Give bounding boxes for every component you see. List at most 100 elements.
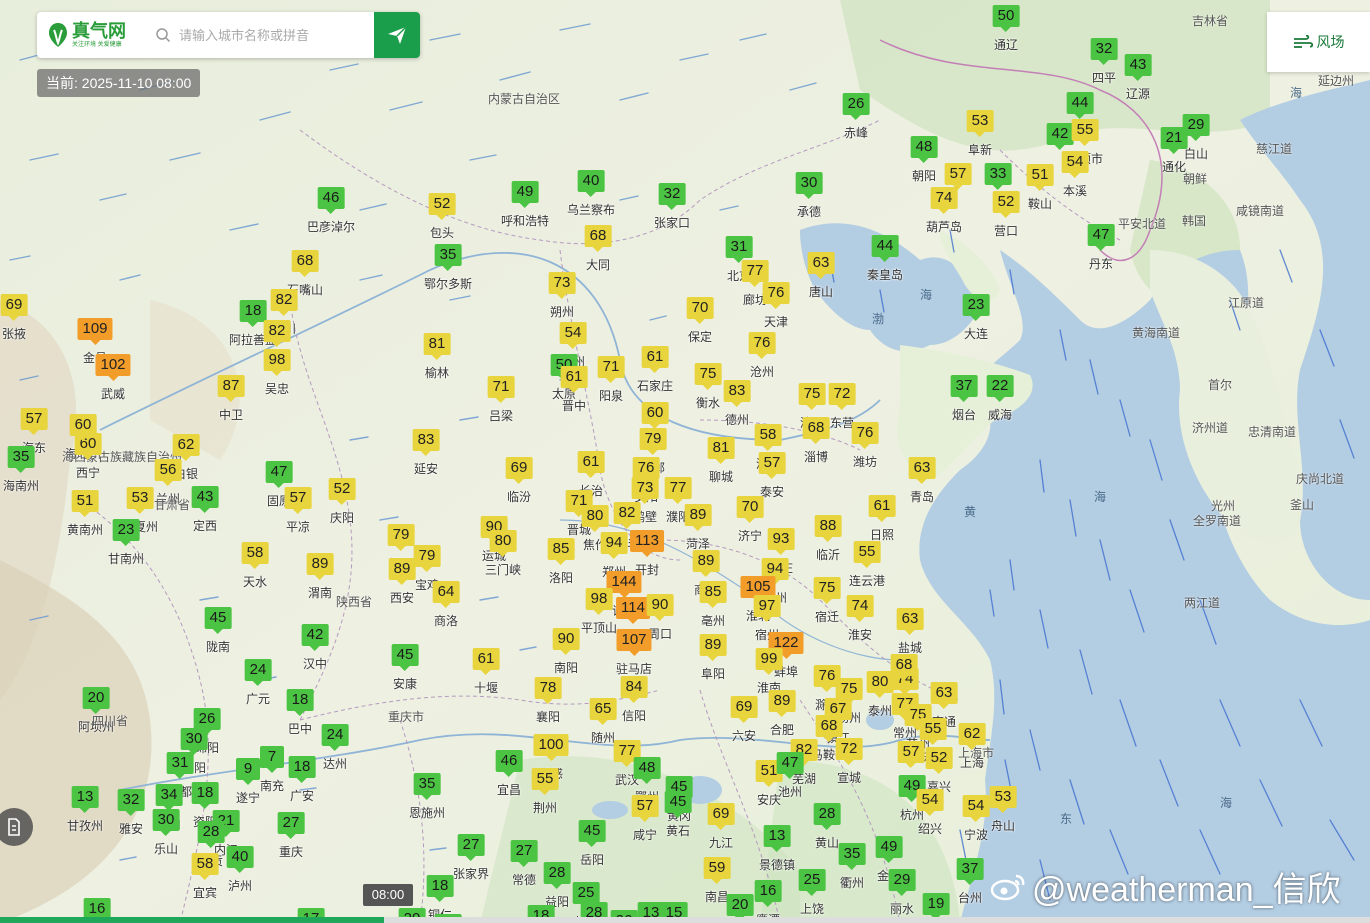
aqi-marker[interactable]: 42	[1046, 123, 1074, 150]
aqi-marker[interactable]: 47	[776, 752, 804, 779]
aqi-marker[interactable]: 51	[71, 490, 99, 517]
search-input[interactable]	[177, 26, 361, 44]
aqi-marker[interactable]: 68	[291, 250, 319, 277]
aqi-marker[interactable]: 85	[547, 538, 575, 565]
aqi-marker[interactable]: 100	[533, 734, 569, 761]
aqi-marker[interactable]: 46	[317, 187, 345, 214]
aqi-marker[interactable]: 48	[910, 136, 938, 163]
aqi-marker[interactable]: 57	[20, 408, 48, 435]
aqi-marker[interactable]: 102	[95, 354, 131, 381]
aqi-marker[interactable]: 31	[725, 236, 753, 263]
aqi-marker[interactable]: 98	[585, 588, 613, 615]
aqi-marker[interactable]: 52	[992, 191, 1020, 218]
aqi-marker[interactable]: 27	[510, 840, 538, 867]
aqi-marker[interactable]: 70	[686, 297, 714, 324]
aqi-marker[interactable]: 32	[1090, 38, 1118, 65]
aqi-marker[interactable]: 89	[684, 504, 712, 531]
aqi-marker[interactable]: 53	[989, 786, 1017, 813]
aqi-marker[interactable]: 82	[613, 502, 641, 529]
aqi-marker[interactable]: 74	[930, 187, 958, 214]
aqi-marker[interactable]: 45	[664, 791, 692, 818]
aqi-marker[interactable]: 79	[639, 428, 667, 455]
aqi-marker[interactable]: 28	[813, 803, 841, 830]
aqi-marker[interactable]: 114	[616, 597, 650, 624]
aqi-marker[interactable]: 44	[1066, 92, 1094, 119]
logo[interactable]: 真气网 关注环境 关爱健康	[37, 12, 155, 58]
aqi-marker[interactable]: 58	[241, 542, 269, 569]
aqi-marker[interactable]: 80	[581, 505, 609, 532]
aqi-marker[interactable]: 79	[387, 524, 415, 551]
aqi-marker[interactable]: 80	[866, 671, 894, 698]
aqi-marker[interactable]: 20	[82, 687, 110, 714]
aqi-marker[interactable]: 57	[944, 163, 972, 190]
aqi-marker[interactable]: 68	[584, 225, 612, 252]
aqi-marker[interactable]: 64	[432, 581, 460, 608]
aqi-marker[interactable]: 61	[472, 648, 500, 675]
aqi-marker[interactable]: 22	[986, 375, 1014, 402]
aqi-marker[interactable]: 18	[288, 756, 316, 783]
aqi-marker[interactable]: 73	[631, 477, 659, 504]
aqi-marker[interactable]: 63	[930, 682, 958, 709]
aqi-marker[interactable]: 24	[321, 724, 349, 751]
aqi-marker[interactable]: 52	[925, 747, 953, 774]
timeline-bar[interactable]	[0, 917, 1370, 923]
aqi-marker[interactable]: 45	[578, 820, 606, 847]
aqi-marker[interactable]: 63	[807, 252, 835, 279]
aqi-marker[interactable]: 87	[217, 375, 245, 402]
aqi-marker[interactable]: 49	[875, 836, 903, 863]
aqi-marker[interactable]: 75	[835, 678, 863, 705]
aqi-marker[interactable]: 90	[552, 628, 580, 655]
aqi-marker[interactable]: 59	[703, 857, 731, 884]
aqi-marker[interactable]: 75	[694, 363, 722, 390]
aqi-marker[interactable]: 94	[600, 532, 628, 559]
search-button[interactable]	[374, 12, 420, 58]
aqi-marker[interactable]: 29	[1182, 114, 1210, 141]
aqi-marker[interactable]: 63	[896, 608, 924, 635]
aqi-marker[interactable]: 13	[763, 825, 791, 852]
aqi-marker[interactable]: 55	[1071, 119, 1099, 146]
aqi-marker[interactable]: 90	[646, 594, 674, 621]
aqi-marker[interactable]: 25	[572, 882, 600, 909]
aqi-marker[interactable]: 76	[632, 457, 660, 484]
aqi-marker[interactable]: 68	[890, 654, 918, 681]
aqi-marker[interactable]: 81	[707, 437, 735, 464]
aqi-marker[interactable]: 62	[958, 723, 986, 750]
aqi-marker[interactable]: 54	[559, 322, 587, 349]
aqi-marker[interactable]: 60	[641, 402, 669, 429]
aqi-marker[interactable]: 79	[413, 545, 441, 572]
aqi-marker[interactable]: 93	[767, 528, 795, 555]
aqi-marker[interactable]: 25	[798, 869, 826, 896]
aqi-marker[interactable]: 75	[813, 577, 841, 604]
aqi-marker[interactable]: 72	[835, 738, 863, 765]
aqi-marker[interactable]: 58	[191, 853, 219, 880]
aqi-marker[interactable]: 26	[193, 708, 221, 735]
aqi-marker[interactable]: 75	[798, 383, 826, 410]
aqi-marker[interactable]: 29	[888, 869, 916, 896]
aqi-marker[interactable]: 50	[992, 5, 1020, 32]
aqi-marker[interactable]: 23	[112, 519, 140, 546]
aqi-marker[interactable]: 52	[328, 478, 356, 505]
aqi-marker[interactable]: 18	[426, 875, 454, 902]
aqi-marker[interactable]: 47	[1087, 224, 1115, 251]
aqi-marker[interactable]: 89	[306, 553, 334, 580]
aqi-marker[interactable]: 68	[802, 417, 830, 444]
aqi-marker[interactable]: 89	[692, 550, 720, 577]
aqi-marker[interactable]: 54	[916, 789, 944, 816]
aqi-marker[interactable]: 33	[984, 163, 1012, 190]
aqi-marker[interactable]: 47	[265, 461, 293, 488]
aqi-marker[interactable]: 54	[962, 795, 990, 822]
aqi-marker[interactable]: 53	[966, 110, 994, 137]
aqi-marker[interactable]: 24	[244, 659, 272, 686]
aqi-marker[interactable]: 18	[286, 689, 314, 716]
aqi-marker[interactable]: 73	[548, 272, 576, 299]
aqi-marker[interactable]: 27	[277, 812, 305, 839]
aqi-marker[interactable]: 89	[768, 690, 796, 717]
aqi-marker[interactable]: 84	[620, 676, 648, 703]
aqi-marker[interactable]: 89	[699, 634, 727, 661]
aqi-marker[interactable]: 77	[664, 477, 692, 504]
aqi-marker[interactable]: 60	[69, 414, 97, 441]
aqi-marker[interactable]: 85	[699, 581, 727, 608]
aqi-marker[interactable]: 16	[754, 880, 782, 907]
aqi-marker[interactable]: 69	[707, 803, 735, 830]
aqi-marker[interactable]: 43	[1124, 54, 1152, 81]
